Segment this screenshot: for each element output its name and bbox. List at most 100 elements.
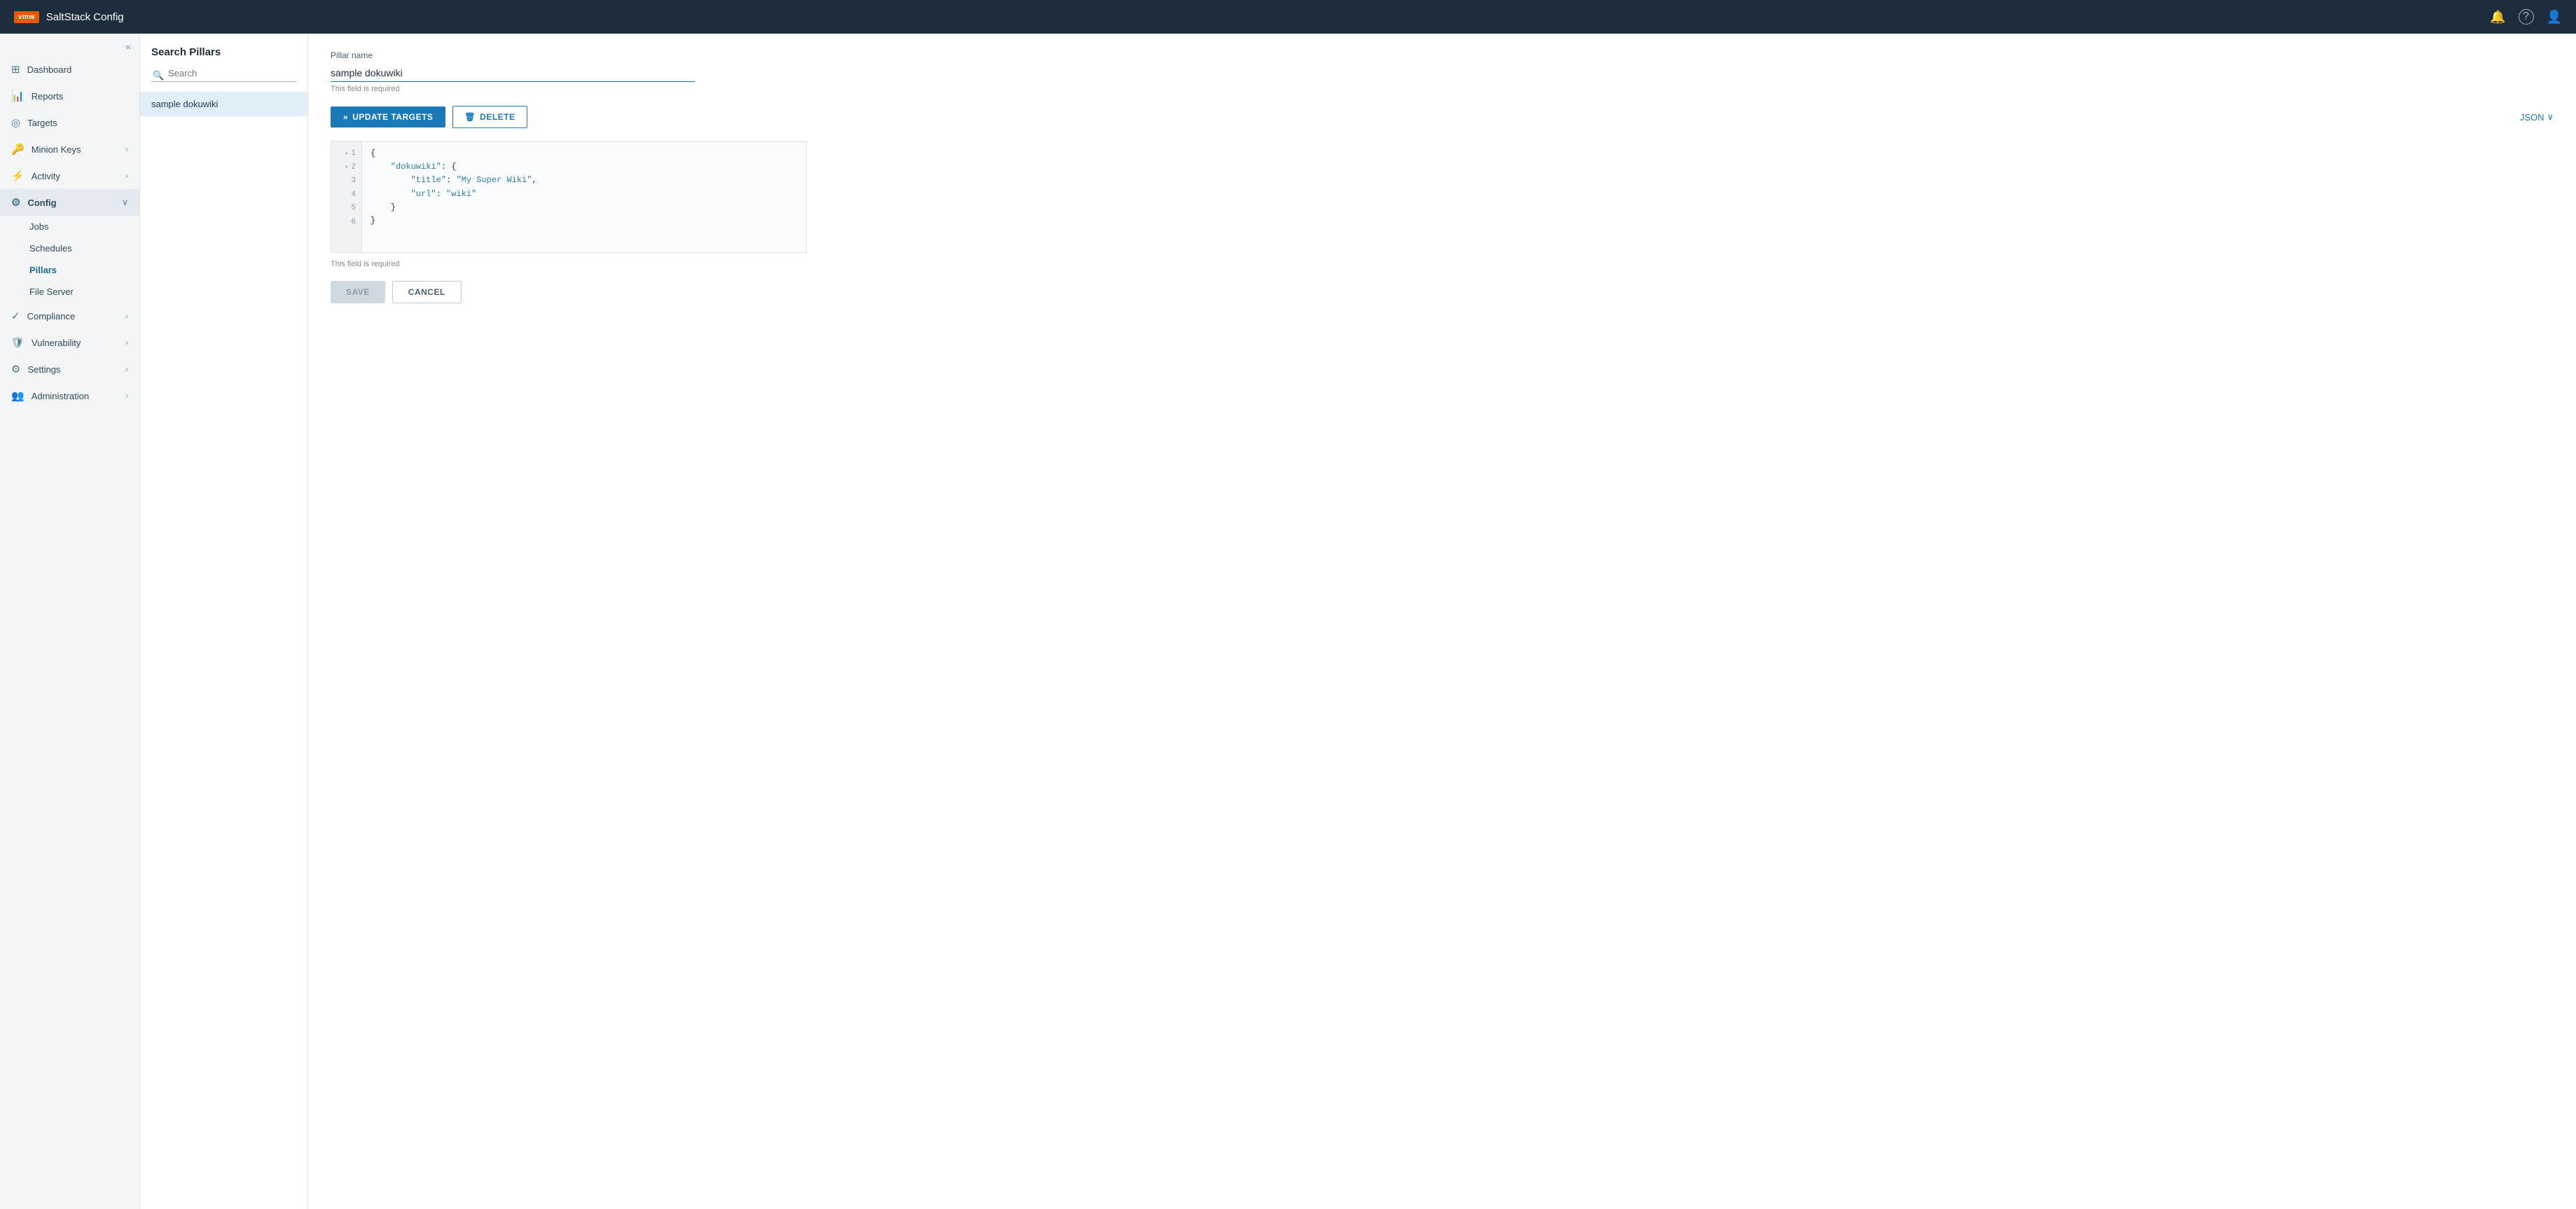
administration-icon: 👥 [11, 389, 25, 402]
sub-item-label: Pillars [29, 265, 57, 275]
sidebar-item-compliance[interactable]: ✓ Compliance › [0, 303, 139, 329]
minion-keys-icon: 🔑 [11, 143, 25, 156]
sidebar-item-label: Compliance [27, 311, 76, 322]
pillar-name-input[interactable] [331, 64, 695, 82]
action-bar: » UPDATE TARGETS 🗑 DELETE JSON ∨ [331, 106, 2554, 128]
json-toggle[interactable]: JSON ∨ [2520, 111, 2554, 123]
main-layout: « ⊞ Dashboard 📊 Reports ◎ Targets 🔑 Mini… [0, 34, 2576, 1209]
vmware-logo: vmw [14, 11, 39, 23]
sidebar-item-dashboard[interactable]: ⊞ Dashboard [0, 56, 139, 83]
chevron-right-icon: › [125, 144, 128, 154]
pillar-item-label: sample dokuwiki [151, 99, 218, 109]
fold-icon[interactable]: ▾ [345, 149, 348, 159]
topnav-right: 🔔 ? 👤 [2490, 9, 2562, 25]
line-num-2: ▾ 2 [331, 161, 361, 175]
code-line-2: "dokuwiki": { [371, 160, 798, 174]
collapse-button[interactable]: « [0, 34, 139, 56]
code-content: { "dokuwiki": { "title": "My Super Wiki"… [362, 141, 806, 252]
update-targets-arrows-icon: » [343, 112, 348, 122]
topnav: vmw SaltStack Config 🔔 ? 👤 [0, 0, 2576, 34]
json-toggle-label: JSON [2520, 112, 2544, 123]
sidebar-sub-item-jobs[interactable]: Jobs [0, 216, 139, 237]
sidebar: « ⊞ Dashboard 📊 Reports ◎ Targets 🔑 Mini… [0, 34, 140, 1209]
sidebar-item-vulnerability[interactable]: 🛡 Vulnerability › [0, 329, 139, 356]
cancel-label: CANCEL [408, 287, 445, 297]
user-icon[interactable]: 👤 [2547, 10, 2562, 25]
targets-icon: ◎ [11, 116, 20, 129]
save-label: SAVE [346, 287, 370, 297]
code-line-4: "url": "wiki" [371, 188, 798, 201]
bell-icon[interactable]: 🔔 [2490, 10, 2505, 25]
delete-button[interactable]: 🗑 DELETE [452, 106, 527, 128]
sidebar-item-targets[interactable]: ◎ Targets [0, 109, 139, 136]
chevron-right-icon: › [125, 391, 128, 401]
fold-icon[interactable]: ▾ [345, 163, 348, 172]
topnav-left: vmw SaltStack Config [14, 11, 124, 23]
sidebar-sub-item-file-server[interactable]: File Server [0, 281, 139, 303]
search-input[interactable] [151, 65, 296, 82]
sidebar-item-reports[interactable]: 📊 Reports [0, 83, 139, 109]
search-icon: 🔍 [153, 70, 164, 81]
code-line-1: { [371, 147, 798, 160]
update-targets-button[interactable]: » UPDATE TARGETS [331, 106, 445, 127]
delete-label: DELETE [480, 112, 515, 122]
code-line-5: } [371, 201, 798, 214]
sidebar-item-label: Config [27, 198, 56, 208]
search-panel: Search Pillars 🔍 sample dokuwiki [140, 34, 308, 1209]
sidebar-item-label: Vulnerability [32, 338, 81, 348]
chevron-right-icon: › [125, 171, 128, 181]
search-input-wrap: 🔍 [140, 65, 307, 92]
collapse-icon[interactable]: « [125, 41, 131, 52]
help-icon[interactable]: ? [2519, 9, 2534, 25]
sidebar-sub-item-pillars[interactable]: Pillars [0, 259, 139, 281]
code-editor[interactable]: ▾ 1 ▾ 2 3 4 5 [331, 141, 807, 253]
pillar-name-label: Pillar name [331, 50, 2554, 60]
sidebar-item-label: Administration [32, 391, 89, 401]
content-area: Search Pillars 🔍 sample dokuwiki Pillar … [140, 34, 2576, 1209]
app-title: SaltStack Config [46, 11, 124, 23]
sidebar-item-label: Activity [32, 171, 60, 181]
sub-item-label: File Server [29, 286, 74, 297]
sidebar-item-settings[interactable]: ⚙ Settings › [0, 356, 139, 382]
chevron-right-icon: › [125, 338, 128, 347]
line-numbers: ▾ 1 ▾ 2 3 4 5 [331, 141, 362, 252]
sub-item-label: Jobs [29, 221, 48, 232]
sidebar-item-minion-keys[interactable]: 🔑 Minion Keys › [0, 136, 139, 163]
activity-icon: ⚡ [11, 170, 25, 182]
line-num-5: 5 [331, 202, 361, 216]
chevron-right-icon: › [125, 311, 128, 321]
settings-icon: ⚙ [11, 363, 20, 375]
code-line-6: } [371, 214, 798, 228]
pillar-list-item[interactable]: sample dokuwiki [140, 92, 307, 116]
sidebar-item-label: Dashboard [27, 64, 72, 75]
compliance-icon: ✓ [11, 310, 20, 322]
line-num-6: 6 [331, 216, 361, 230]
line-num-4: 4 [331, 188, 361, 202]
sidebar-item-label: Reports [32, 91, 64, 102]
sidebar-item-activity[interactable]: ⚡ Activity › [0, 163, 139, 189]
update-targets-label: UPDATE TARGETS [352, 112, 433, 122]
config-icon: ⚙ [11, 196, 20, 209]
pillar-name-required: This field is required [331, 85, 2554, 93]
search-panel-title: Search Pillars [140, 34, 307, 65]
sidebar-item-config[interactable]: ⚙ Config ∨ [0, 189, 139, 216]
delete-icon: 🗑 [464, 112, 476, 122]
sidebar-item-label: Targets [27, 118, 57, 128]
form-actions: SAVE CANCEL [331, 281, 2554, 303]
line-num-1: ▾ 1 [331, 147, 361, 161]
chevron-down-icon: ∨ [122, 198, 128, 207]
sidebar-sub-item-schedules[interactable]: Schedules [0, 237, 139, 259]
code-required: This field is required [331, 260, 2554, 268]
chevron-down-icon: ∨ [2547, 111, 2554, 123]
save-button[interactable]: SAVE [331, 281, 385, 303]
cancel-button[interactable]: CANCEL [392, 281, 462, 303]
reports-icon: 📊 [11, 90, 25, 102]
chevron-right-icon: › [125, 364, 128, 374]
dashboard-icon: ⊞ [11, 63, 20, 76]
vulnerability-icon: 🛡 [11, 336, 25, 349]
sidebar-item-administration[interactable]: 👥 Administration › [0, 382, 139, 409]
line-num-3: 3 [331, 174, 361, 188]
sidebar-item-label: Minion Keys [32, 144, 81, 155]
sub-item-label: Schedules [29, 243, 72, 254]
code-line-3: "title": "My Super Wiki", [371, 174, 798, 187]
